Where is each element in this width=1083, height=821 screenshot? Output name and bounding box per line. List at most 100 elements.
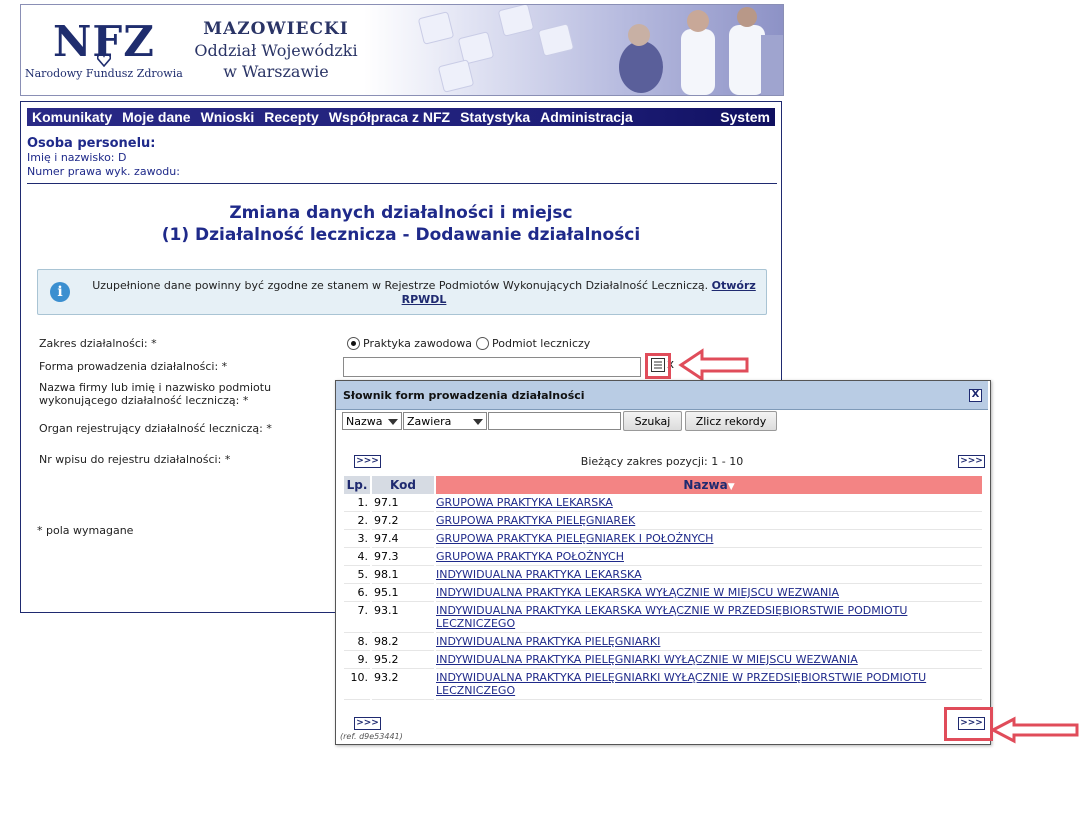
row-nazwa: INDYWIDUALNA PRAKTYKA LEKARSKA WYŁĄCZNIE… — [436, 584, 982, 602]
row-lp: 1. — [344, 494, 370, 512]
results-table: Lp. Kod Nazwa▼ 1. 97.1 GRUPOWA PRAKTYKA LE… — [342, 476, 984, 700]
row-nazwa-link[interactable]: GRUPOWA PRAKTYKA PIELĘGNIAREK I POŁOŻNYC… — [436, 532, 713, 545]
page-title-line-1: Zmiana danych działalności i miejsc — [229, 203, 573, 223]
menu-administracja[interactable]: Administracja — [535, 109, 638, 125]
row-nazwa-link[interactable]: INDYWIDUALNA PRAKTYKA PIELĘGNIARKI WYŁĄC… — [436, 653, 858, 666]
table-header: Lp. Kod Nazwa▼ — [344, 476, 982, 494]
table-row[interactable]: 7. 93.1 INDYWIDUALNA PRAKTYKA LEKARSKA WYŁ… — [344, 602, 982, 633]
search-input[interactable] — [488, 412, 621, 430]
row-nazwa: INDYWIDUALNA PRAKTYKA PIELĘGNIARKI WYŁĄC… — [436, 669, 982, 700]
radio-podmiot-leczniczy[interactable] — [476, 337, 490, 350]
menu-moje-dane[interactable]: Moje dane — [117, 109, 195, 125]
col-nazwa[interactable]: Nazwa▼ — [436, 476, 982, 494]
person-title: Osoba personelu: — [27, 136, 156, 151]
row-nazwa-link[interactable]: INDYWIDUALNA PRAKTYKA PIELĘGNIARKI — [436, 635, 660, 648]
row-nazwa-link[interactable]: GRUPOWA PRAKTYKA POŁOŻNYCH — [436, 550, 624, 563]
row-nazwa: GRUPOWA PRAKTYKA POŁOŻNYCH — [436, 548, 982, 566]
row-nazwa-link[interactable]: GRUPOWA PRAKTYKA PIELĘGNIAREK — [436, 514, 635, 527]
main-menu: Komunikaty Moje dane Wnioski Recepty Wsp… — [27, 108, 775, 126]
results-body: 1. 97.1 GRUPOWA PRAKTYKA LEKARSKA 2. 97.2 GRU… — [344, 494, 982, 700]
row-lp: 4. — [344, 548, 370, 566]
close-icon[interactable]: X — [969, 389, 982, 402]
popup-titlebar: Słownik form prowadzenia działalności X — [336, 381, 988, 410]
menu-recepty[interactable]: Recepty — [259, 109, 323, 125]
row-kod: 95.2 — [372, 651, 434, 669]
table-row[interactable]: 2. 97.2 GRUPOWA PRAKTYKA PIELĘGNIAREK — [344, 512, 982, 530]
nazwa-label: Nazwa firmy lub imię i nazwisko podmiotu… — [39, 381, 271, 407]
row-nazwa: INDYWIDUALNA PRAKTYKA PIELĘGNIARKI WYŁĄC… — [436, 651, 982, 669]
person-name: Imię i nazwisko: D — [27, 151, 127, 164]
branch-line-1: MAZOWIECKI — [203, 19, 349, 39]
heart-icon — [97, 53, 111, 67]
logo-subtitle: Narodowy Fundusz Zdrowia — [25, 67, 183, 80]
row-kod: 97.2 — [372, 512, 434, 530]
info-box: i Uzupełnione dane powinny być zgodne ze… — [37, 269, 767, 315]
row-nazwa-link[interactable]: GRUPOWA PRAKTYKA LEKARSKA — [436, 496, 613, 509]
count-records-button[interactable]: Zlicz rekordy — [685, 411, 777, 431]
table-row[interactable]: 10. 93.2 INDYWIDUALNA PRAKTYKA PIELĘGNIARK… — [344, 669, 982, 700]
menu-wnioski[interactable]: Wnioski — [196, 109, 260, 125]
menu-statystyka[interactable]: Statystyka — [455, 109, 535, 125]
popup-title: Słownik form prowadzenia działalności — [343, 389, 585, 402]
range-info: Bieżący zakres pozycji: 1 - 10 — [580, 455, 744, 468]
menu-system[interactable]: System — [715, 109, 775, 125]
nav-next-top[interactable]: >>> — [958, 455, 985, 468]
search-button[interactable]: Szukaj — [623, 411, 682, 431]
table-row[interactable]: 8. 98.2 INDYWIDUALNA PRAKTYKA PIELĘGNIARKI — [344, 633, 982, 651]
branch-line-2: Oddział Wojewódzki — [194, 41, 358, 60]
page-title-line-2: (1) Działalność lecznicza - Dodawanie dz… — [161, 225, 641, 245]
menu-wspolpraca[interactable]: Współpraca z NFZ — [324, 109, 455, 125]
row-lp: 6. — [344, 584, 370, 602]
table-row[interactable]: 3. 97.4 GRUPOWA PRAKTYKA PIELĘGNIAREK I PO… — [344, 530, 982, 548]
highlight-next-button — [944, 707, 993, 741]
highlight-dictionary-button — [645, 353, 671, 379]
col-kod[interactable]: Kod — [372, 476, 434, 494]
person-license: Numer prawa wyk. zawodu: — [27, 165, 180, 178]
red-arrow-icon — [990, 716, 1079, 744]
info-icon: i — [50, 282, 70, 302]
menu-komunikaty[interactable]: Komunikaty — [27, 109, 117, 125]
info-text: Uzupełnione dane powinny być zgodne ze s… — [88, 279, 760, 307]
page-title: Zmiana danych działalności i miejsc (1) … — [21, 202, 781, 246]
col-lp: Lp. — [344, 476, 370, 494]
person-info: Osoba personelu: Imię i nazwisko: D Nume… — [27, 136, 777, 184]
banner-photo — [418, 5, 783, 95]
row-lp: 8. — [344, 633, 370, 651]
red-arrow-icon — [678, 348, 749, 382]
operator-select[interactable]: Zawiera — [403, 412, 487, 430]
info-message: Uzupełnione dane powinny być zgodne ze s… — [92, 279, 709, 292]
radio-praktyka-zawodowa[interactable] — [347, 337, 360, 350]
branch-name: MAZOWIECKI Oddział Wojewódzki w Warszawi… — [186, 19, 366, 82]
reference-id: (ref. d9e53441) — [340, 732, 403, 741]
table-row[interactable]: 4. 97.3 GRUPOWA PRAKTYKA POŁOŻNYCH — [344, 548, 982, 566]
table-row[interactable]: 6. 95.1 INDYWIDUALNA PRAKTYKA LEKARSKA WYŁ… — [344, 584, 982, 602]
row-nazwa-link[interactable]: INDYWIDUALNA PRAKTYKA LEKARSKA WYŁĄCZNIE… — [436, 586, 839, 599]
row-lp: 9. — [344, 651, 370, 669]
table-row[interactable]: 9. 95.2 INDYWIDUALNA PRAKTYKA PIELĘGNIARKI… — [344, 651, 982, 669]
forma-input[interactable] — [343, 357, 641, 377]
row-nazwa-link[interactable]: INDYWIDUALNA PRAKTYKA LEKARSKA WYŁĄCZNIE… — [436, 604, 907, 630]
zakres-label: Zakres działalności: * — [39, 337, 157, 350]
operator-select-value: Zawiera — [407, 415, 452, 428]
table-row[interactable]: 5. 98.1 INDYWIDUALNA PRAKTYKA LEKARSKA — [344, 566, 982, 584]
row-lp: 7. — [344, 602, 370, 633]
row-nazwa: INDYWIDUALNA PRAKTYKA LEKARSKA WYŁĄCZNIE… — [436, 602, 982, 633]
nazwa-label-line-1: Nazwa firmy lub imię i nazwisko podmiotu — [39, 381, 272, 394]
field-select-value: Nazwa — [346, 415, 383, 428]
header-banner: NFZ Narodowy Fundusz Zdrowia MAZOWIECKI … — [20, 4, 784, 96]
row-lp: 5. — [344, 566, 370, 584]
field-select[interactable]: Nazwa — [342, 412, 402, 430]
row-kod: 95.1 — [372, 584, 434, 602]
row-kod: 93.1 — [372, 602, 434, 633]
row-kod: 97.4 — [372, 530, 434, 548]
row-lp: 10. — [344, 669, 370, 700]
zakres-radio-group: Praktyka zawodowa Podmiot leczniczy — [347, 337, 590, 350]
organ-label: Organ rejestrujący działalność leczniczą… — [39, 422, 272, 435]
nav-prev-bottom[interactable]: >>> — [354, 717, 381, 730]
row-nazwa: GRUPOWA PRAKTYKA PIELĘGNIAREK — [436, 512, 982, 530]
col-nazwa-label: Nazwa — [683, 478, 728, 492]
row-nazwa-link[interactable]: INDYWIDUALNA PRAKTYKA LEKARSKA — [436, 568, 642, 581]
table-row[interactable]: 1. 97.1 GRUPOWA PRAKTYKA LEKARSKA — [344, 494, 982, 512]
row-nazwa: INDYWIDUALNA PRAKTYKA PIELĘGNIARKI — [436, 633, 982, 651]
row-nazwa-link[interactable]: INDYWIDUALNA PRAKTYKA PIELĘGNIARKI WYŁĄC… — [436, 671, 926, 697]
